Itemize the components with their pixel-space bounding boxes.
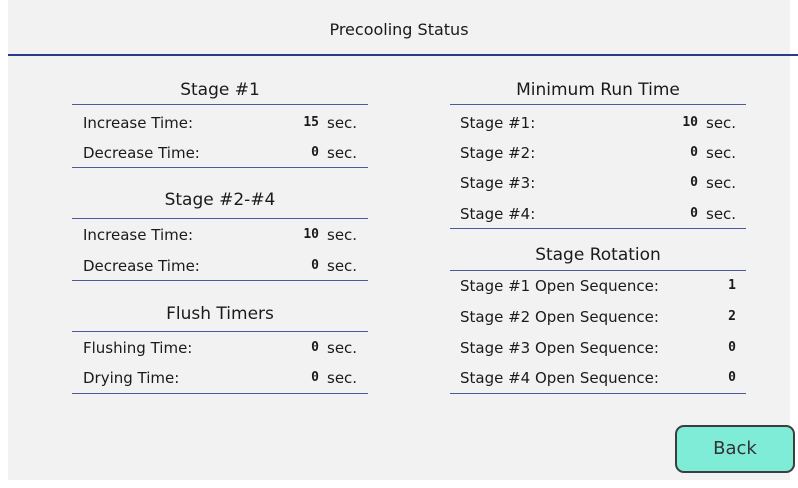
min-run-label: Stage #4: xyxy=(460,205,536,223)
flushing-time-label: Flushing Time: xyxy=(83,339,193,357)
flushing-time-value: 0 xyxy=(311,340,319,355)
min-run-value: 0 xyxy=(690,175,698,190)
flush-bottom-divider xyxy=(72,393,368,394)
rotation-label: Stage #4 Open Sequence: xyxy=(460,369,659,387)
stage2-4-decrease-value: 0 xyxy=(311,258,319,273)
stage1-decrease-value: 0 xyxy=(311,145,319,160)
stage1-bottom-divider xyxy=(72,167,368,168)
stage2-4-increase-value: 10 xyxy=(303,227,319,242)
min-run-divider xyxy=(450,104,746,105)
drying-time-unit: sec. xyxy=(327,369,358,387)
min-run-unit: sec. xyxy=(706,174,737,192)
drying-time-value: 0 xyxy=(311,370,319,385)
stage2-4-decrease-row: Decrease Time: 0 sec. xyxy=(83,255,368,277)
min-run-heading: Minimum Run Time xyxy=(516,80,680,100)
rotation-heading: Stage Rotation xyxy=(535,245,661,265)
rotation-row: Stage #3 Open Sequence: 0 xyxy=(460,337,746,359)
rotation-divider xyxy=(450,270,746,271)
rotation-row: Stage #4 Open Sequence: 0 xyxy=(460,367,746,389)
back-button[interactable]: Back xyxy=(675,425,795,473)
rotation-label: Stage #1 Open Sequence: xyxy=(460,277,659,295)
min-run-unit: sec. xyxy=(706,205,737,223)
rotation-value: 0 xyxy=(728,370,736,385)
rotation-row: Stage #1 Open Sequence: 1 xyxy=(460,275,746,297)
min-run-label: Stage #1: xyxy=(460,114,536,132)
flush-heading: Flush Timers xyxy=(166,304,274,324)
min-run-value: 0 xyxy=(690,206,698,221)
rotation-label: Stage #2 Open Sequence: xyxy=(460,308,659,326)
rotation-value: 0 xyxy=(728,340,736,355)
rotation-value: 2 xyxy=(728,309,736,324)
stage1-decrease-label: Decrease Time: xyxy=(83,144,200,162)
page-title: Precooling Status xyxy=(329,20,469,39)
flushing-time-unit: sec. xyxy=(327,339,358,357)
min-run-value: 10 xyxy=(682,115,698,130)
status-screen: Precooling Status Stage #1 Increase Time… xyxy=(8,0,798,480)
rotation-value: 1 xyxy=(728,278,736,293)
stage1-divider xyxy=(72,104,368,105)
drying-time-row: Drying Time: 0 sec. xyxy=(83,367,368,389)
stage1-decrease-unit: sec. xyxy=(327,144,358,162)
flush-divider xyxy=(72,331,368,332)
stage1-increase-unit: sec. xyxy=(327,114,358,132)
rotation-label: Stage #3 Open Sequence: xyxy=(460,339,659,357)
drying-time-label: Drying Time: xyxy=(83,369,180,387)
stage2-4-increase-row: Increase Time: 10 sec. xyxy=(83,224,368,246)
stage2-4-heading: Stage #2-#4 xyxy=(164,190,276,210)
min-run-unit: sec. xyxy=(706,144,737,162)
min-run-value: 0 xyxy=(690,145,698,160)
stage1-increase-label: Increase Time: xyxy=(83,114,194,132)
stage2-4-bottom-divider xyxy=(72,280,368,281)
min-run-unit: sec. xyxy=(706,114,737,132)
rotation-row: Stage #2 Open Sequence: 2 xyxy=(460,306,746,328)
min-run-row: Stage #1: 10 sec. xyxy=(460,112,746,134)
stage1-increase-row: Increase Time: 15 sec. xyxy=(83,112,368,134)
min-run-row: Stage #2: 0 sec. xyxy=(460,142,746,164)
min-run-row: Stage #4: 0 sec. xyxy=(460,203,746,225)
min-run-label: Stage #2: xyxy=(460,144,536,162)
flushing-time-row: Flushing Time: 0 sec. xyxy=(83,337,368,359)
stage2-4-decrease-unit: sec. xyxy=(327,257,358,275)
stage1-heading: Stage #1 xyxy=(180,80,260,100)
rotation-bottom-divider xyxy=(450,393,746,394)
min-run-row: Stage #3: 0 sec. xyxy=(460,172,746,194)
stage2-4-increase-label: Increase Time: xyxy=(83,226,194,244)
stage2-4-divider xyxy=(72,218,368,219)
min-run-label: Stage #3: xyxy=(460,174,536,192)
stage2-4-increase-unit: sec. xyxy=(327,226,358,244)
title-divider xyxy=(8,54,798,56)
stage1-decrease-row: Decrease Time: 0 sec. xyxy=(83,142,368,164)
stage2-4-decrease-label: Decrease Time: xyxy=(83,257,200,275)
min-run-bottom-divider xyxy=(450,228,746,229)
stage1-increase-value: 15 xyxy=(303,115,319,130)
